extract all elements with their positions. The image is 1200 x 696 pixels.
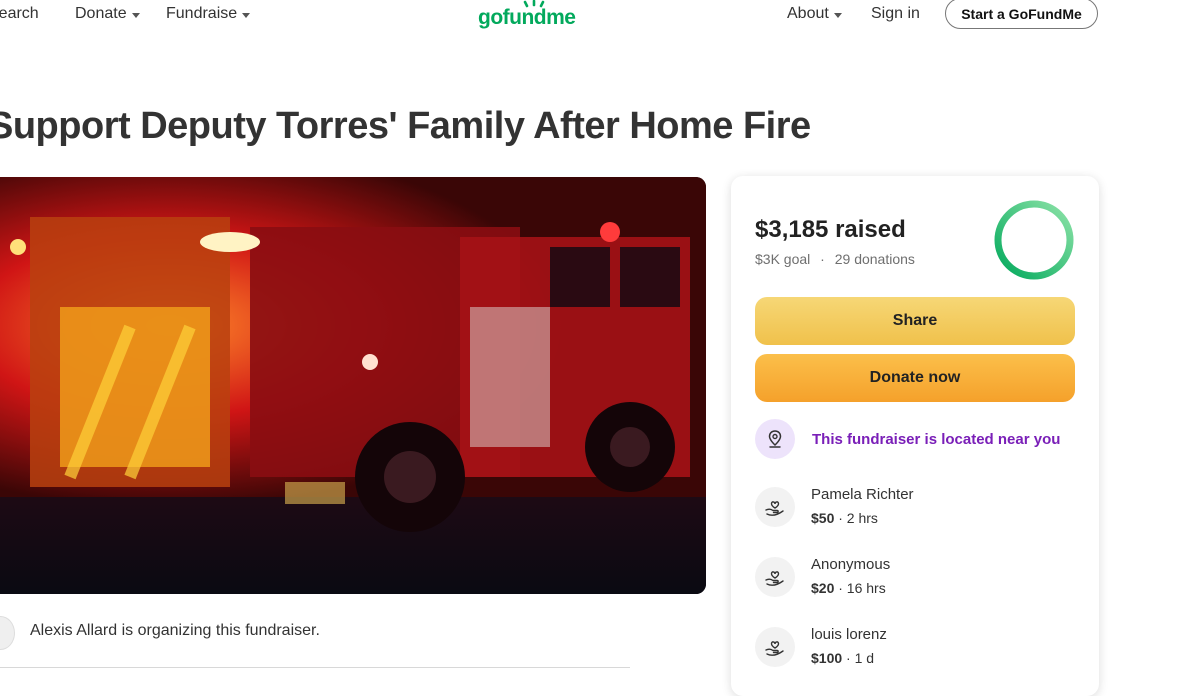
heart-hand-icon: [755, 487, 795, 527]
divider: [0, 667, 630, 668]
goal-separator: ·: [820, 251, 825, 267]
logo-text: gofundme: [478, 6, 576, 29]
location-notice-text: This fundraiser is located near you: [812, 430, 1061, 448]
donor-item: Pamela Richter $50 · 2 hrs: [755, 485, 914, 528]
donor-amount: $50: [811, 510, 835, 526]
page-title: Support Deputy Torres' Family After Home…: [0, 105, 811, 147]
caret-down-icon: [242, 12, 251, 18]
organizer-text: Alexis Allard is organizing this fundrai…: [30, 622, 320, 639]
nav-about-menu[interactable]: About: [787, 4, 842, 24]
donor-meta: $20 · 16 hrs: [811, 578, 890, 598]
nav-signin-label: Sign in: [871, 5, 920, 22]
caret-down-icon: [833, 12, 842, 18]
progress-ring-fill: [994, 200, 1074, 280]
donor-item: Anonymous $20 · 16 hrs: [755, 555, 890, 598]
donation-count: 29 donations: [834, 251, 915, 267]
donor-time: · 16 hrs: [834, 580, 886, 596]
goal-amount: $3K goal: [755, 251, 811, 267]
organizer-avatar[interactable]: [0, 616, 15, 650]
location-notice: This fundraiser is located near you: [755, 419, 1060, 459]
gofundme-logo[interactable]: gofundme: [478, 0, 588, 34]
nav-sign-in[interactable]: Sign in: [871, 4, 920, 24]
donation-card: $3,185 raised $3K goal · 29 donations Sh…: [731, 176, 1099, 696]
heart-hand-icon: [755, 557, 795, 597]
nav-search[interactable]: Search: [0, 4, 39, 24]
nav-fundraise-label: Fundraise: [166, 5, 238, 22]
progress-ring: [994, 200, 1074, 280]
donor-amount: $20: [811, 580, 835, 596]
donate-now-button[interactable]: Donate now: [755, 354, 1075, 402]
location-pin-icon: [755, 419, 795, 459]
donor-item: louis lorenz $100 · 1 d: [755, 625, 887, 668]
donor-name: Anonymous: [811, 556, 891, 573]
donor-time: · 2 hrs: [834, 510, 878, 526]
nav-donate-menu[interactable]: Donate: [75, 4, 140, 24]
goal-summary: $3K goal · 29 donations: [755, 251, 915, 267]
hero-image: [0, 177, 706, 594]
donor-meta: $100 · 1 d: [811, 648, 887, 668]
start-gofundme-button[interactable]: Start a GoFundMe: [945, 0, 1098, 29]
amount-raised: $3,185 raised: [755, 216, 906, 243]
share-button[interactable]: Share: [755, 297, 1075, 345]
heart-hand-icon: [755, 627, 795, 667]
donor-amount: $100: [811, 650, 843, 666]
nav-about-label: About: [787, 5, 829, 22]
donor-meta: $50 · 2 hrs: [811, 508, 914, 528]
nav-search-label: Search: [0, 5, 39, 22]
caret-down-icon: [131, 12, 140, 18]
donor-time: · 1 d: [842, 650, 875, 666]
nav-fundraise-menu[interactable]: Fundraise: [166, 4, 251, 24]
donor-name: louis lorenz: [811, 626, 887, 643]
donor-name: Pamela Richter: [811, 486, 914, 503]
nav-donate-label: Donate: [75, 5, 127, 22]
